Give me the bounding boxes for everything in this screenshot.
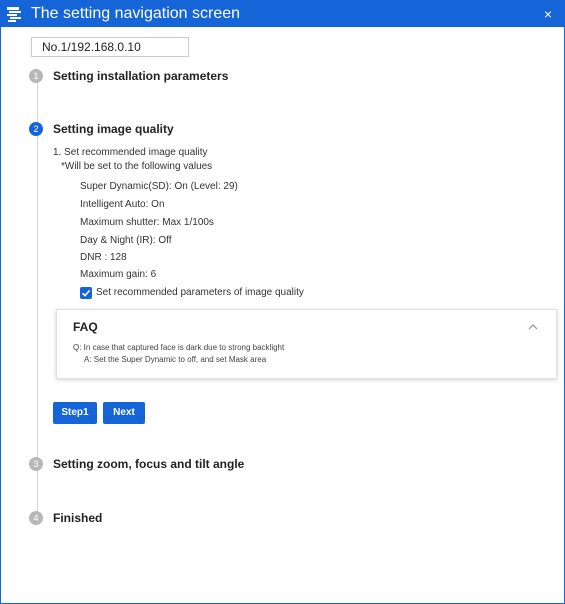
step-4-title: Finished xyxy=(53,511,103,525)
step-2-number-badge: 2 xyxy=(29,122,43,136)
setting-value-maximum-shutter: Maximum shutter: Max 1/100s xyxy=(80,217,214,228)
step1-button[interactable]: Step1 xyxy=(53,402,97,424)
step-connector-line xyxy=(37,83,38,517)
faq-answer: A: Set the Super Dynamic to off, and set… xyxy=(84,355,267,364)
step-1-number-badge: 1 xyxy=(29,69,43,83)
recommended-parameters-label[interactable]: Set recommended parameters of image qual… xyxy=(96,287,304,299)
setting-navigation-window: The setting navigation screen × No.1/192… xyxy=(0,0,565,604)
setting-value-day-night: Day & Night (IR): Off xyxy=(80,235,172,246)
setting-value-intelligent-auto: Intelligent Auto: On xyxy=(80,199,165,210)
checkmark-icon xyxy=(81,289,91,297)
step-1-title: Setting installation parameters xyxy=(53,69,229,83)
image-quality-heading: 1. Set recommended image quality xyxy=(53,147,208,158)
next-button[interactable]: Next xyxy=(103,402,145,424)
close-icon[interactable]: × xyxy=(538,4,558,24)
faq-panel: FAQ Q: In case that captured face is dar… xyxy=(56,309,557,379)
app-icon xyxy=(5,4,25,24)
step-2-title: Setting image quality xyxy=(53,122,174,136)
image-quality-note: *Will be set to the following values xyxy=(61,161,213,172)
device-address-field: No.1/192.168.0.10 xyxy=(31,37,189,57)
faq-title: FAQ xyxy=(73,320,98,334)
window-title: The setting navigation screen xyxy=(31,5,241,22)
recommended-parameters-checkbox[interactable] xyxy=(80,287,92,299)
chevron-up-icon[interactable] xyxy=(526,320,540,332)
setting-value-super-dynamic: Super Dynamic(SD): On (Level: 29) xyxy=(80,181,238,192)
setting-value-maximum-gain: Maximum gain: 6 xyxy=(80,269,157,280)
step-3-number-badge: 3 xyxy=(29,457,43,471)
step-3-title: Setting zoom, focus and tilt angle xyxy=(53,457,245,471)
setting-value-dnr: DNR : 128 xyxy=(80,252,127,263)
faq-question: Q: In case that captured face is dark du… xyxy=(73,343,285,352)
step-4-number-badge: 4 xyxy=(29,511,43,525)
title-bar: The setting navigation screen × xyxy=(1,1,564,27)
